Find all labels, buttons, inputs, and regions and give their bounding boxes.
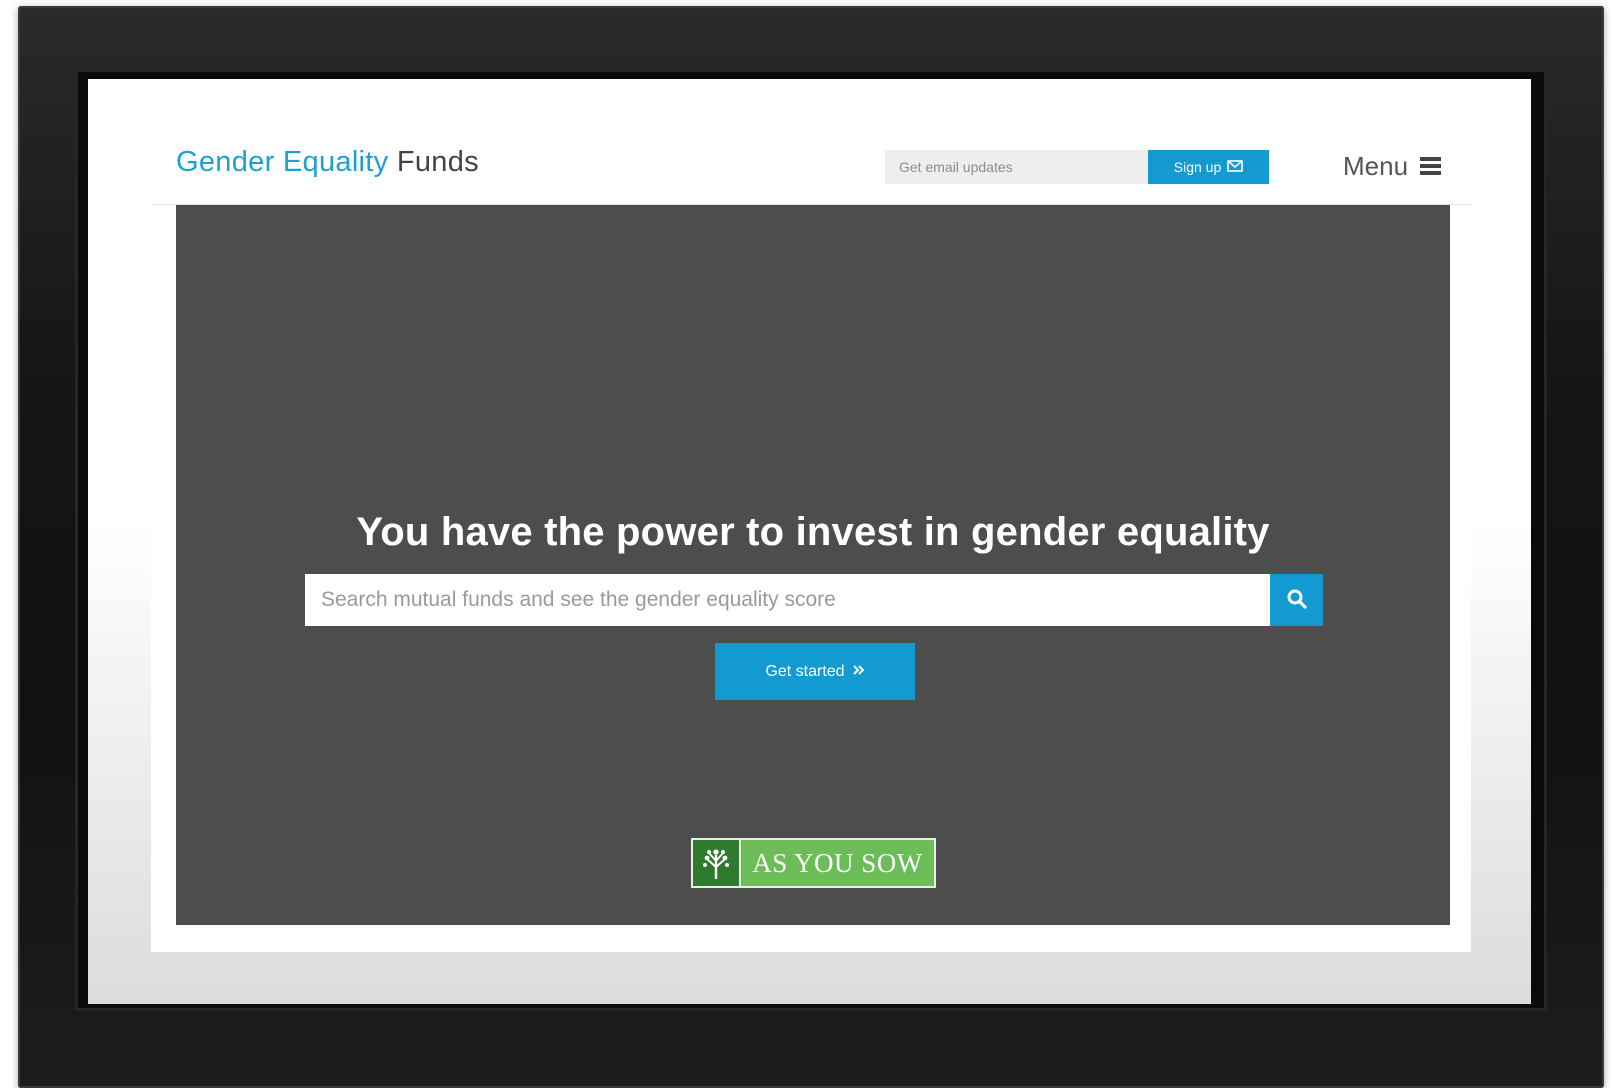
envelope-icon (1227, 159, 1244, 175)
get-started-button[interactable]: Get started (715, 643, 915, 700)
search-icon (1286, 588, 1308, 613)
logo-brand-text: Gender Equality (176, 146, 389, 178)
hero-section: You have the power to invest in gender e… (176, 205, 1450, 925)
menu-button[interactable]: Menu (1343, 147, 1442, 185)
menu-label: Menu (1343, 150, 1409, 181)
as-you-sow-logo[interactable]: AS YOU SOW (691, 838, 936, 888)
hamburger-icon (1420, 157, 1442, 175)
email-updates-input[interactable] (885, 150, 1148, 184)
double-chevron-right-icon (852, 663, 865, 681)
hero-title: You have the power to invest in gender e… (356, 510, 1270, 554)
sign-up-label: Sign up (1173, 159, 1222, 175)
site-logo[interactable]: Gender Equality Funds (176, 146, 479, 179)
fund-search-input[interactable] (305, 574, 1270, 626)
get-started-label: Get started (765, 662, 845, 680)
site-header: Gender Equality Funds Sign up Menu (151, 126, 1471, 205)
search-button[interactable] (1270, 574, 1323, 626)
sign-up-button[interactable]: Sign up (1148, 150, 1269, 184)
website-screenshot: Gender Equality Funds Sign up Menu You h… (151, 126, 1471, 952)
logo-word-text: Funds (396, 146, 479, 178)
partner-logo-text: AS YOU SOW (741, 840, 934, 886)
tree-icon (693, 840, 741, 886)
